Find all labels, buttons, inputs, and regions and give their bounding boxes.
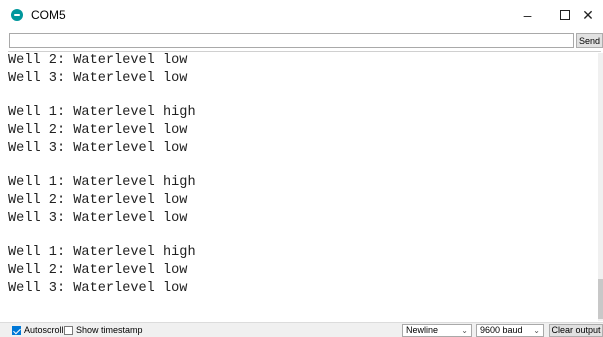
maximize-icon [559, 10, 570, 20]
minimize-button[interactable]: – [510, 0, 545, 30]
autoscroll-checkbox[interactable] [12, 326, 21, 335]
output-line: Well 1: Waterlevel high [8, 245, 196, 260]
serial-output: Well 2: Waterlevel low Well 3: Waterlevel… [8, 51, 601, 321]
serial-input[interactable] [9, 33, 574, 48]
output-line: Well 3: Waterlevel low [8, 141, 188, 156]
scroll-thumb[interactable] [598, 279, 603, 319]
arduino-icon [11, 9, 23, 21]
line-ending-select[interactable]: Newline ⌄ [402, 324, 472, 337]
output-line: Well 2: Waterlevel low [8, 263, 188, 278]
status-bar: Autoscroll Show timestamp Newline ⌄ 9600… [0, 322, 603, 337]
output-line: Well 3: Waterlevel low [8, 71, 188, 86]
baud-rate-select[interactable]: 9600 baud ⌄ [476, 324, 544, 337]
timestamp-label: Show timestamp [76, 325, 143, 335]
close-button[interactable]: ✕ [573, 0, 603, 30]
window-title: COM5 [31, 8, 66, 22]
output-line: Well 2: Waterlevel low [8, 53, 188, 68]
output-line: Well 1: Waterlevel high [8, 105, 196, 120]
output-line: Well 2: Waterlevel low [8, 123, 188, 138]
line-ending-value: Newline [406, 325, 439, 335]
output-line: Well 1: Waterlevel high [8, 175, 196, 190]
clear-output-button[interactable]: Clear output [549, 324, 603, 337]
vertical-scrollbar[interactable] [598, 53, 603, 321]
output-line: Well 3: Waterlevel low [8, 211, 188, 226]
output-line: Well 3: Waterlevel low [8, 281, 188, 296]
autoscroll-label: Autoscroll [24, 325, 64, 335]
send-bar: Send [0, 31, 603, 49]
output-line: Well 2: Waterlevel low [8, 193, 188, 208]
chevron-down-icon: ⌄ [461, 326, 468, 335]
title-bar: COM5 – ✕ [0, 0, 603, 30]
chevron-down-icon: ⌄ [533, 326, 540, 335]
send-button[interactable]: Send [576, 33, 603, 48]
baud-rate-value: 9600 baud [480, 325, 523, 335]
timestamp-checkbox[interactable] [64, 326, 73, 335]
